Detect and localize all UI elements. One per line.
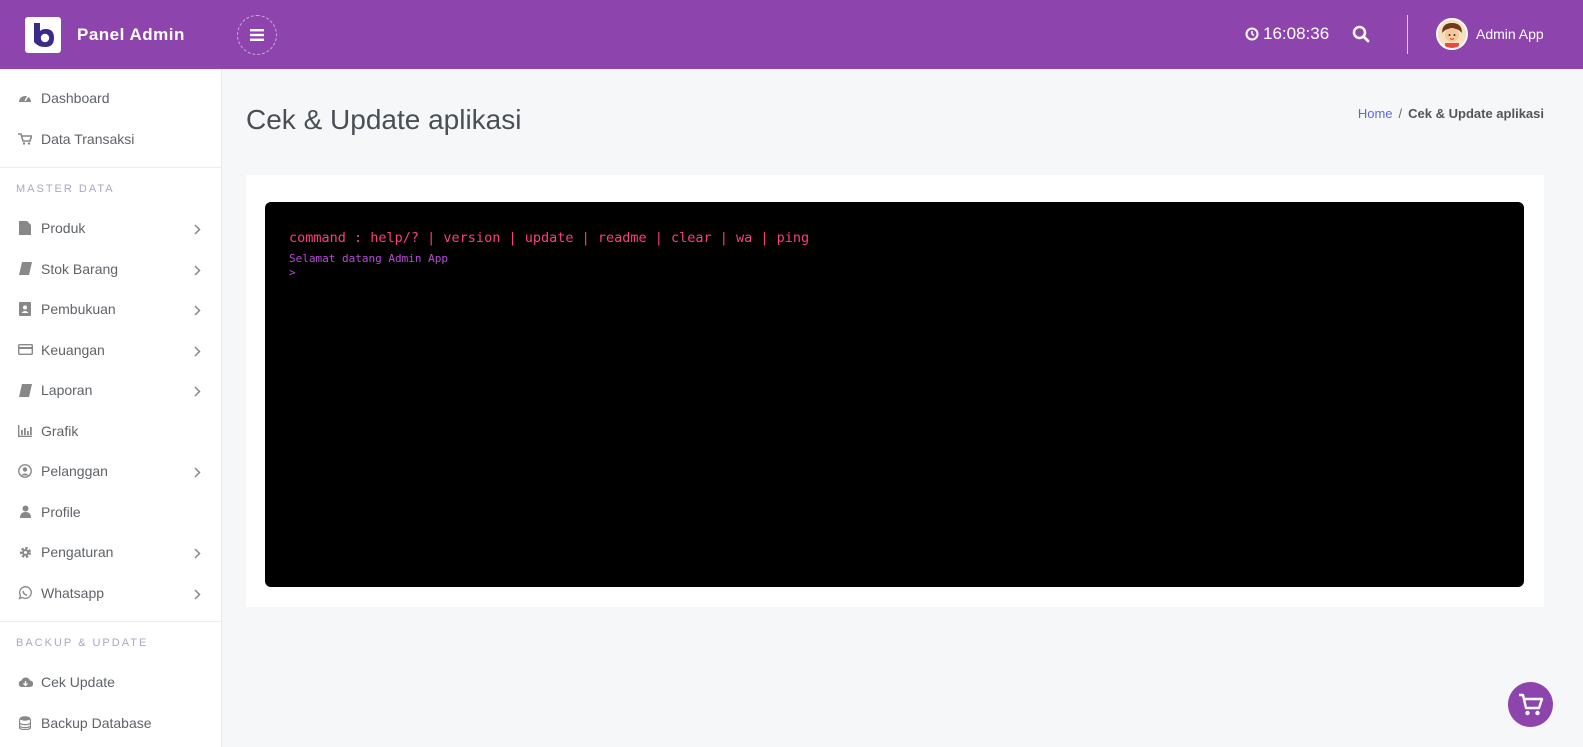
brand[interactable]: Panel Admin <box>0 0 222 69</box>
whatsapp-icon <box>17 585 33 601</box>
menu-toggle-button[interactable] <box>237 15 277 55</box>
sidebar-item-pembukuan[interactable]: Pembukuan <box>0 289 221 330</box>
brand-title: Panel Admin <box>77 24 185 44</box>
chevron-right-icon <box>194 384 201 400</box>
file-icon <box>17 220 33 236</box>
sidebar-item-produk[interactable]: Produk <box>0 208 221 249</box>
chevron-right-icon <box>194 344 201 360</box>
database-icon <box>17 715 33 731</box>
sidebar-item-pengaturan[interactable]: Pengaturan <box>0 532 221 573</box>
top-header: Panel Admin 16:08:36 Admin App <box>0 0 1583 69</box>
sidebar-item-label: Cek Update <box>41 674 115 691</box>
section-title-backup-update: BACKUP & UPDATE <box>16 637 149 649</box>
terminal-command-help: command : help/? | version | update | re… <box>289 230 810 246</box>
user-name: Admin App <box>1476 26 1544 42</box>
sidebar-item-stok-barang[interactable]: Stok Barang <box>0 249 221 290</box>
sidebar-item-label: Keuangan <box>41 341 105 358</box>
sidebar-item-label: Stok Barang <box>41 260 119 277</box>
sidebar-item-label: Data Transaksi <box>41 130 135 147</box>
terminal-card: command : help/? | version | update | re… <box>246 175 1544 607</box>
sidebar-item-label: Pelanggan <box>41 463 108 480</box>
cart-icon <box>17 131 33 147</box>
avatar <box>1436 18 1468 50</box>
credit-card-icon <box>17 342 33 358</box>
breadcrumb: Home / Cek & Update aplikasi <box>1358 106 1544 121</box>
chevron-right-icon <box>194 222 201 238</box>
sidebar-item-label: Profile <box>41 503 81 520</box>
cloud-download-icon <box>17 674 33 690</box>
terminal-welcome-message: Selamat datang Admin App <box>289 252 448 265</box>
sidebar-item-label: Laporan <box>41 382 93 399</box>
sidebar-item-backup-database[interactable]: Backup Database <box>0 703 221 744</box>
dashboard-icon <box>17 90 33 106</box>
user-menu[interactable]: Admin App <box>1436 18 1544 50</box>
header-divider <box>1407 15 1408 54</box>
terminal-console[interactable]: command : help/? | version | update | re… <box>265 202 1524 587</box>
sidebar-item-label: Dashboard <box>41 90 110 107</box>
bar-chart-icon <box>17 423 33 439</box>
sidebar-item-data-transaksi[interactable]: Data Transaksi <box>0 119 221 160</box>
chevron-right-icon <box>194 263 201 279</box>
sidebar-item-label: Whatsapp <box>41 584 105 601</box>
sidebar-item-dashboard[interactable]: Dashboard <box>0 78 221 119</box>
sidebar-item-profile[interactable]: Profile <box>0 492 221 533</box>
sidebar: Dashboard Data Transaksi MASTER DATA Pro… <box>0 69 222 747</box>
user-circle-icon <box>17 463 33 479</box>
clock-icon <box>1245 27 1259 41</box>
sidebar-item-label: Pembukuan <box>41 301 116 318</box>
sidebar-item-label: Pengaturan <box>41 544 114 561</box>
sidebar-item-keuangan[interactable]: Keuangan <box>0 330 221 371</box>
sidebar-item-pelanggan[interactable]: Pelanggan <box>0 451 221 492</box>
chevron-right-icon <box>194 546 201 562</box>
hamburger-icon <box>250 29 264 41</box>
breadcrumb-current: Cek & Update aplikasi <box>1408 106 1544 121</box>
shopping-cart-icon <box>1518 693 1543 715</box>
book-icon <box>17 382 33 398</box>
search-icon <box>1352 25 1370 43</box>
section-divider <box>0 621 221 622</box>
breadcrumb-home-link[interactable]: Home <box>1358 106 1393 121</box>
section-title-master-data: MASTER DATA <box>16 183 115 195</box>
clock-time: 16:08:36 <box>1263 24 1330 43</box>
section-divider <box>0 167 221 168</box>
gear-icon <box>17 544 33 560</box>
user-icon <box>17 504 33 520</box>
chevron-right-icon <box>194 303 201 319</box>
sidebar-item-cek-update[interactable]: Cek Update <box>0 662 221 703</box>
page-title: Cek & Update aplikasi <box>246 104 522 135</box>
sidebar-item-whatsapp[interactable]: Whatsapp <box>0 573 221 614</box>
cart-fab-button[interactable] <box>1508 682 1553 727</box>
breadcrumb-separator: / <box>1398 106 1403 121</box>
brand-logo <box>25 16 61 53</box>
search-button[interactable] <box>1352 25 1370 48</box>
sidebar-item-label: Produk <box>41 220 86 237</box>
sidebar-item-label: Grafik <box>41 422 79 439</box>
sidebar-item-label: Backup Database <box>41 714 152 731</box>
clock: 16:08:36 <box>1245 24 1329 44</box>
chevron-right-icon <box>194 587 201 603</box>
book-icon <box>17 261 33 277</box>
chevron-right-icon <box>194 465 201 481</box>
terminal-prompt[interactable]: > <box>289 266 1500 279</box>
sidebar-item-laporan[interactable]: Laporan <box>0 370 221 411</box>
sidebar-item-grafik[interactable]: Grafik <box>0 411 221 452</box>
contact-book-icon <box>17 301 33 317</box>
